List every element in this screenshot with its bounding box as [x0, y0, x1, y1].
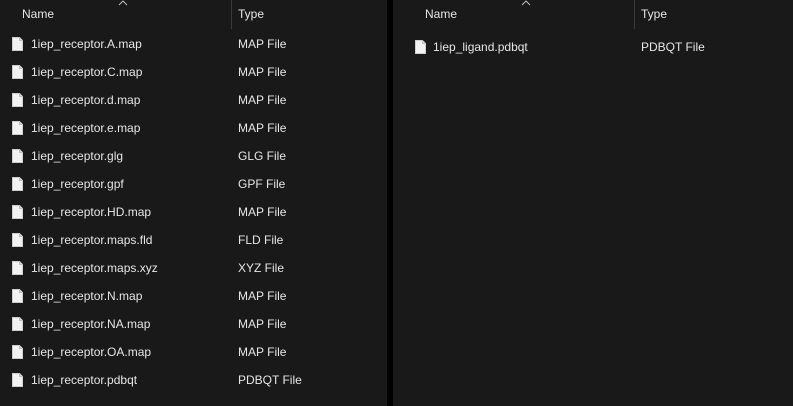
explorer-window: Name Type 1iep_receptor.A.map MAP File 1ie… — [0, 0, 793, 406]
right-column-header: Name Type — [393, 0, 793, 29]
file-icon — [12, 261, 23, 275]
file-row[interactable]: 1iep_receptor.d.map MAP File — [0, 86, 387, 114]
file-icon — [12, 345, 23, 359]
file-type: MAP File — [238, 317, 287, 331]
file-icon — [12, 373, 23, 387]
file-name: 1iep_receptor.d.map — [31, 93, 141, 107]
left-file-list: Name Type 1iep_receptor.A.map MAP File 1ie… — [0, 0, 387, 406]
file-icon — [12, 205, 23, 219]
file-type: MAP File — [238, 289, 287, 303]
file-row[interactable]: 1iep_receptor.maps.xyz XYZ File — [0, 254, 387, 282]
file-row[interactable]: 1iep_receptor.C.map MAP File — [0, 58, 387, 86]
file-name: 1iep_receptor.e.map — [31, 121, 141, 135]
file-icon — [12, 233, 23, 247]
left-column-header: Name Type — [0, 0, 387, 29]
file-row[interactable]: 1iep_receptor.glg GLG File — [0, 142, 387, 170]
file-type: MAP File — [238, 37, 287, 51]
file-icon — [12, 289, 23, 303]
file-name: 1iep_ligand.pdbqt — [433, 40, 528, 54]
file-type: MAP File — [238, 205, 287, 219]
file-name: 1iep_receptor.OA.map — [31, 345, 152, 359]
file-name: 1iep_receptor.maps.xyz — [31, 261, 158, 275]
file-icon — [12, 149, 23, 163]
left-type-column-header[interactable]: Type — [232, 0, 387, 29]
file-name: 1iep_receptor.maps.fld — [31, 233, 153, 247]
file-type: PDBQT File — [641, 40, 705, 54]
file-row[interactable]: 1iep_receptor.pdbqt PDBQT File — [0, 366, 387, 394]
right-name-column-header[interactable]: Name — [393, 0, 634, 29]
left-name-column-header[interactable]: Name — [0, 0, 231, 29]
sort-ascending-icon — [118, 0, 128, 6]
right-type-column-header[interactable]: Type — [635, 0, 793, 29]
file-type: PDBQT File — [238, 373, 302, 387]
file-row[interactable]: 1iep_receptor.A.map MAP File — [0, 30, 387, 58]
file-icon — [12, 93, 23, 107]
file-name: 1iep_receptor.N.map — [31, 289, 143, 303]
file-type: XYZ File — [238, 261, 285, 275]
file-icon — [12, 65, 23, 79]
right-file-list: Name Type 1iep_ligand.pdbqt PDBQT File — [393, 0, 793, 406]
file-row[interactable]: 1iep_receptor.maps.fld FLD File — [0, 226, 387, 254]
file-row[interactable]: 1iep_receptor.N.map MAP File — [0, 282, 387, 310]
file-name: 1iep_receptor.C.map — [31, 65, 143, 79]
file-row[interactable]: 1iep_receptor.e.map MAP File — [0, 114, 387, 142]
file-row[interactable]: 1iep_receptor.NA.map MAP File — [0, 310, 387, 338]
file-row[interactable]: 1iep_receptor.gpf GPF File — [0, 170, 387, 198]
file-name: 1iep_receptor.gpf — [31, 177, 124, 191]
file-icon — [12, 121, 23, 135]
file-name: 1iep_receptor.pdbqt — [31, 373, 138, 387]
file-name: 1iep_receptor.glg — [31, 149, 124, 163]
sort-ascending-icon — [521, 0, 531, 6]
file-icon — [415, 40, 426, 54]
file-icon — [12, 317, 23, 331]
file-type: MAP File — [238, 65, 287, 79]
file-type: MAP File — [238, 121, 287, 135]
file-row[interactable]: 1iep_ligand.pdbqt PDBQT File — [393, 33, 793, 61]
file-type: MAP File — [238, 93, 287, 107]
file-row[interactable]: 1iep_receptor.OA.map MAP File — [0, 338, 387, 366]
file-type: FLD File — [238, 233, 284, 247]
file-icon — [12, 177, 23, 191]
file-name: 1iep_receptor.NA.map — [31, 317, 151, 331]
file-name: 1iep_receptor.A.map — [31, 37, 142, 51]
file-type: MAP File — [238, 345, 287, 359]
file-type: GPF File — [238, 177, 286, 191]
file-row[interactable]: 1iep_receptor.HD.map MAP File — [0, 198, 387, 226]
file-name: 1iep_receptor.HD.map — [31, 205, 152, 219]
file-icon — [12, 37, 23, 51]
file-type: GLG File — [238, 149, 287, 163]
